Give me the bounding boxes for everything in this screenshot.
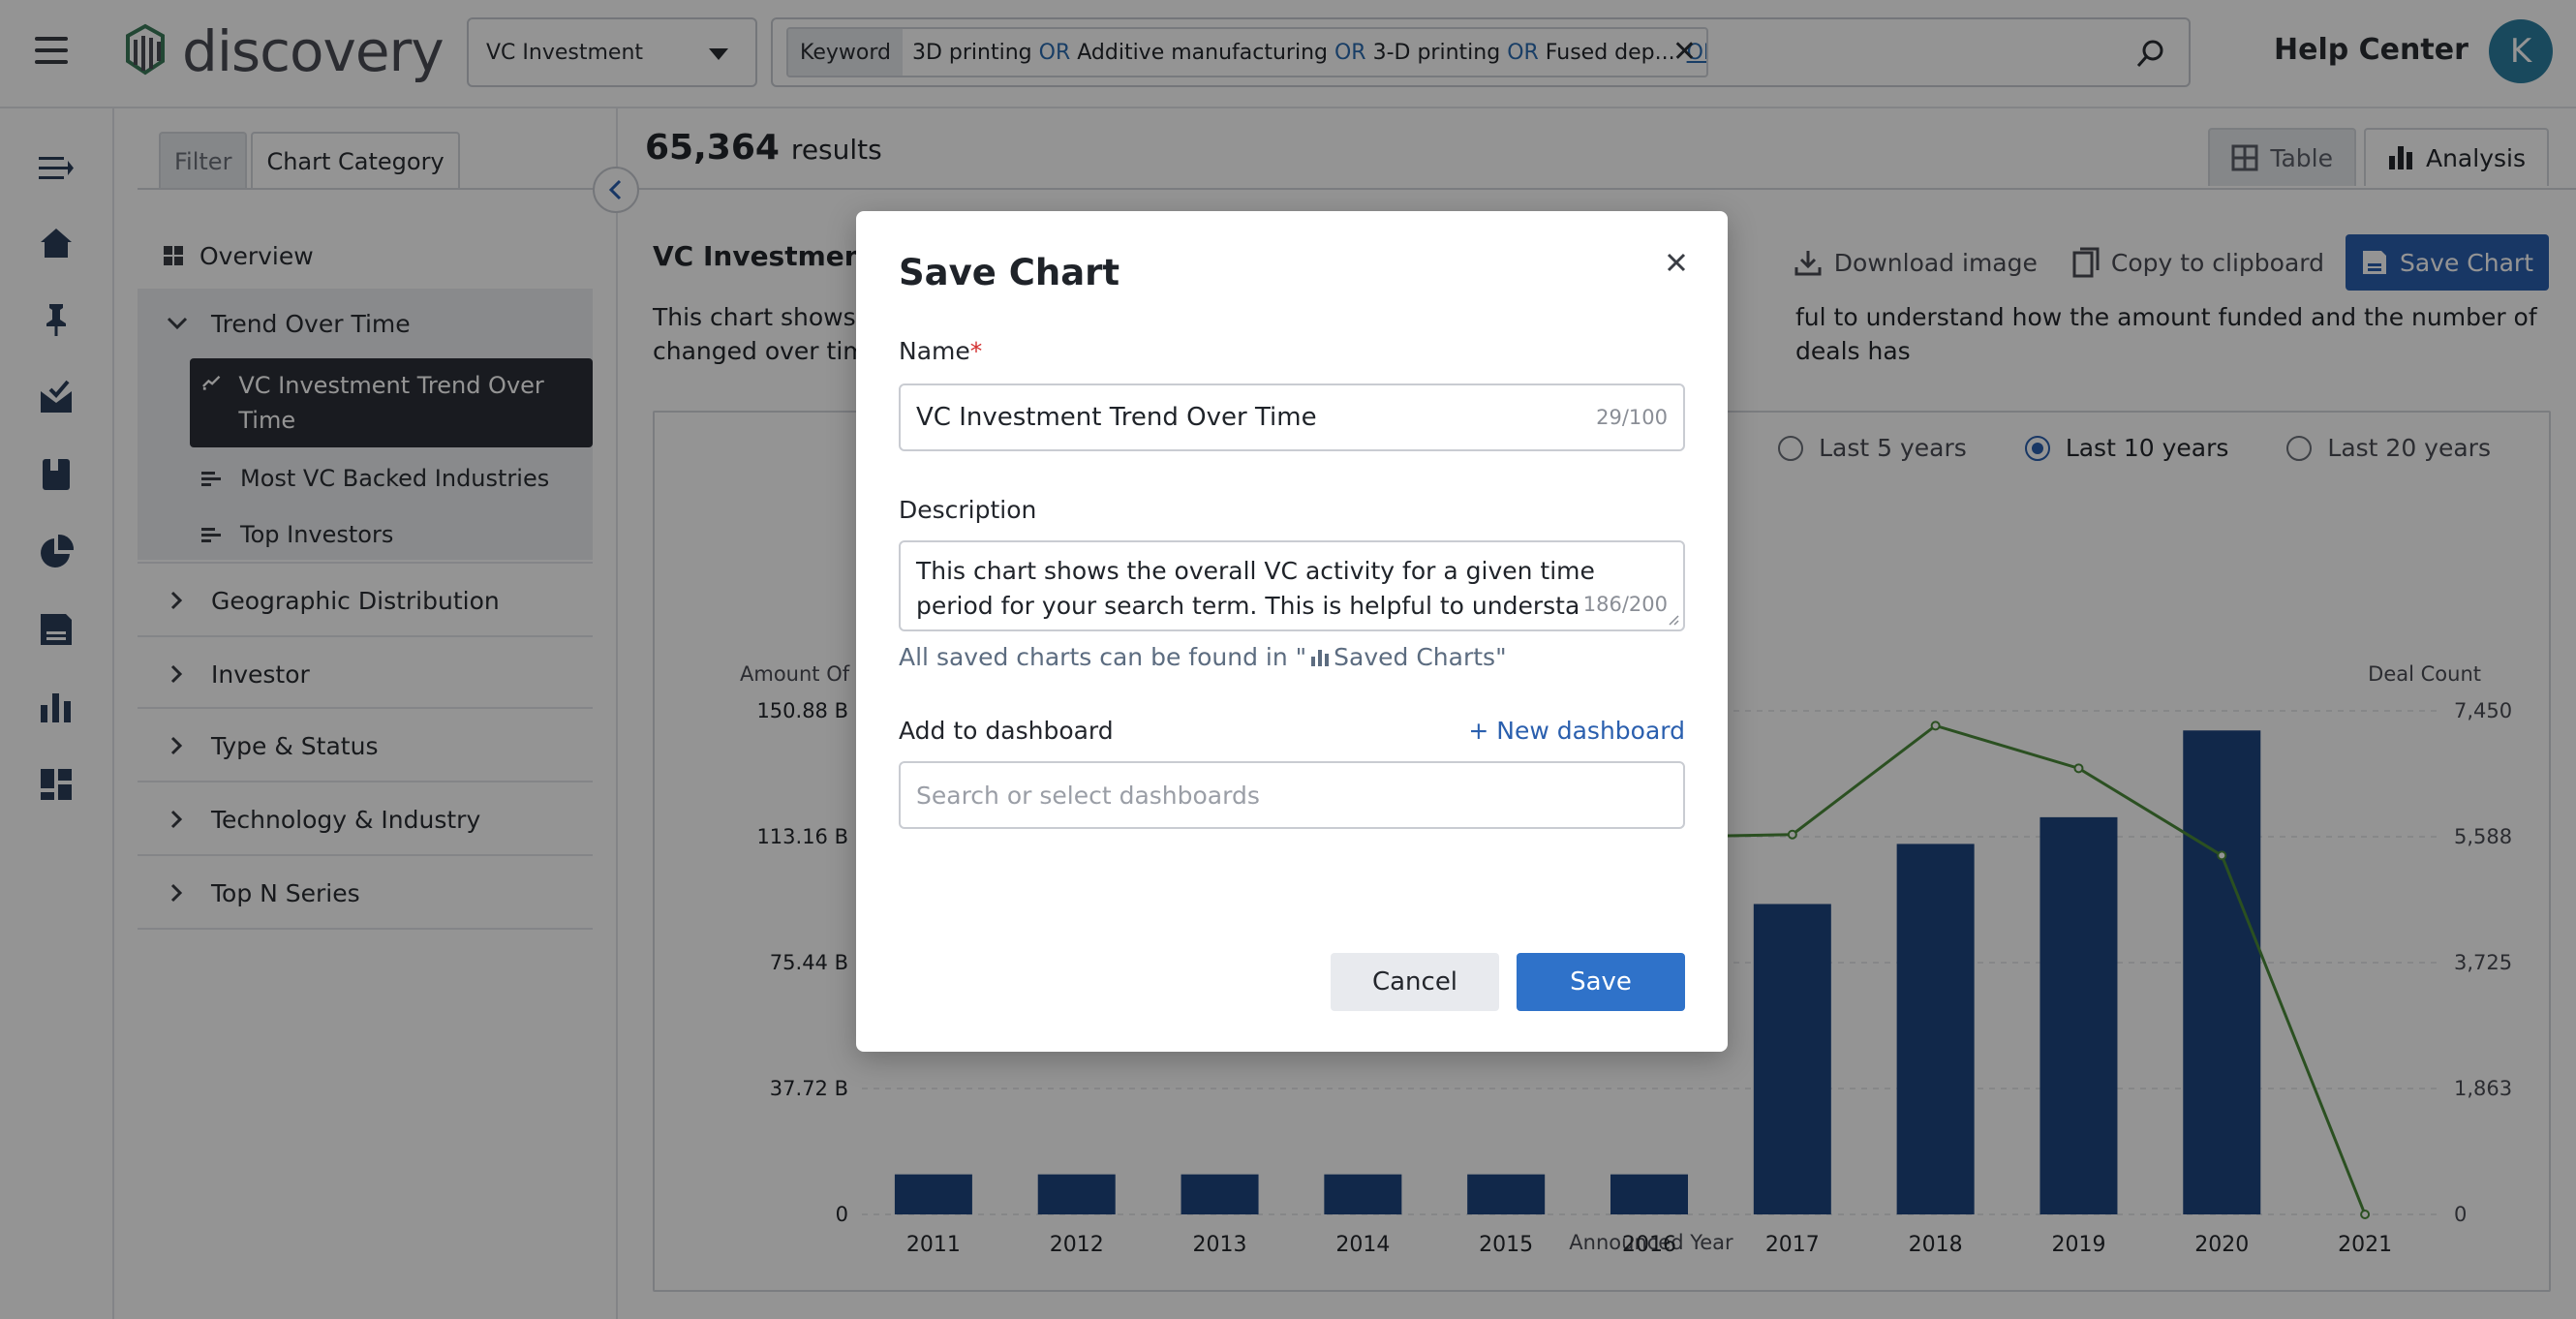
new-dashboard-link[interactable]: + New dashboard — [1468, 717, 1685, 745]
description-value: This chart shows the overall VC activity… — [916, 557, 1610, 631]
bar-chart-icon — [1310, 648, 1330, 667]
dialog-title: Save Chart — [899, 252, 1119, 293]
description-label: Description — [899, 496, 1036, 524]
name-value: VC Investment Trend Over Time — [916, 403, 1317, 432]
save-button[interactable]: Save — [1517, 953, 1685, 1011]
resize-handle-icon[interactable] — [1666, 612, 1679, 626]
hint-prefix: All saved charts can be found in " — [899, 643, 1306, 671]
name-label: Name* — [899, 337, 982, 365]
required-marker: * — [970, 337, 983, 365]
save-chart-dialog: Save Chart Name* VC Investment Trend Ove… — [856, 211, 1728, 1052]
name-counter: 29/100 — [1596, 406, 1668, 429]
name-field[interactable]: VC Investment Trend Over Time 29/100 — [899, 383, 1685, 451]
dashboard-label: Add to dashboard — [899, 717, 1114, 745]
description-counter: 186/200 — [1579, 587, 1668, 622]
cancel-button[interactable]: Cancel — [1331, 953, 1499, 1011]
description-field[interactable]: This chart shows the overall VC activity… — [899, 540, 1685, 631]
close-icon[interactable] — [1660, 246, 1693, 279]
saved-charts-link[interactable]: Saved Charts — [1334, 643, 1495, 671]
dashboard-placeholder: Search or select dashboards — [916, 782, 1260, 810]
name-label-text: Name — [899, 337, 970, 365]
dashboard-search-input[interactable]: Search or select dashboards — [899, 761, 1685, 829]
hint-suffix: " — [1495, 643, 1507, 671]
saved-charts-hint: All saved charts can be found in " Saved… — [899, 643, 1507, 671]
